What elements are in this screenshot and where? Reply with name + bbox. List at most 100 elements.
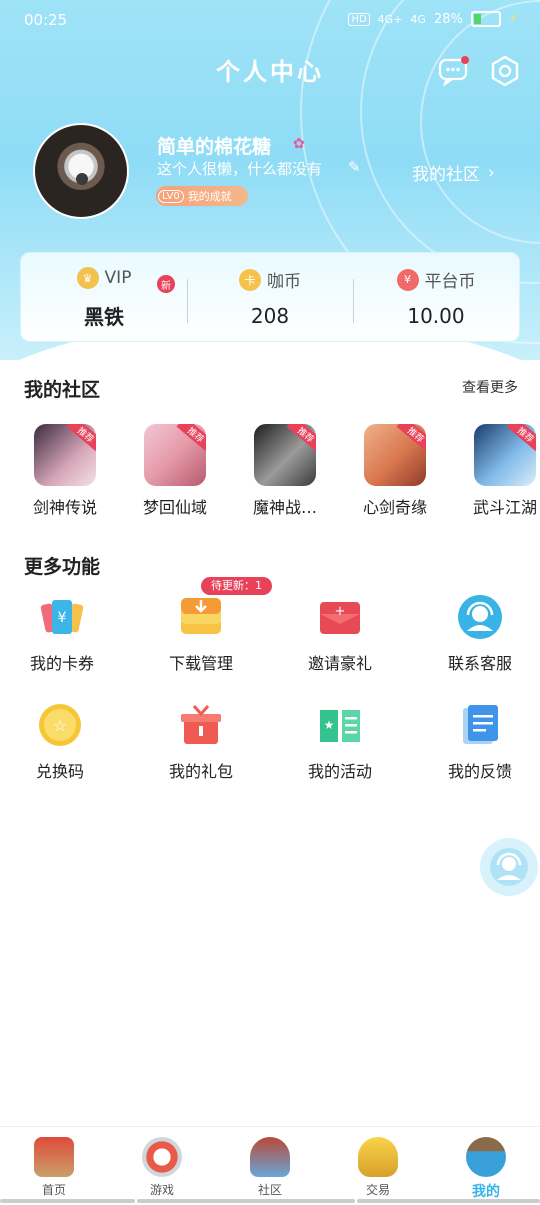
invite-envelope-icon: + [317,594,363,640]
tab-home[interactable]: 首页 [0,1137,108,1198]
game-item[interactable]: 推荐 梦回仙域 [130,424,220,518]
tab-label: 交易 [365,1183,390,1197]
chevron-right-icon: › [488,162,495,183]
floating-customer-service-button[interactable] [480,838,538,896]
recommend-tag: 推荐 [396,424,426,453]
tab-label: 社区 [257,1183,282,1197]
gear-icon [491,55,519,87]
community-games-list: 推荐 剑神传说 推荐 梦回仙域 推荐 魔神战… 推荐 心剑奇缘 推荐 武斗江湖 [0,424,540,524]
community-section-title: 我的社区 [24,379,101,401]
my-community-link[interactable]: 我的社区 › [412,160,495,186]
func-label: 我的反馈 [447,762,512,781]
coin-value: 208 [250,304,290,328]
func-item-gifts[interactable]: 我的礼包 [131,702,271,782]
gift-box-icon [178,702,224,748]
platform-coin-stat[interactable]: ¥ 平台币 10.00 [353,267,519,328]
level-label: LV0 [158,189,184,203]
headset-icon [490,848,528,886]
customer-service-icon [457,594,503,640]
func-item-feedback[interactable]: 我的反馈 [410,702,540,782]
redeem-code-icon: ☆ [37,702,83,748]
username[interactable]: 简单的棉花糖 [157,132,271,159]
my-community-link-label: 我的社区 [412,165,480,185]
message-button[interactable] [438,56,470,88]
game-item[interactable]: 推荐 魔神战… [240,424,330,518]
hd-icon: HD [348,12,370,26]
lotus-icon: ✿ [293,136,305,152]
game-item[interactable]: 推荐 剑神传说 [20,424,110,518]
platform-coin-label: 平台币 [424,272,476,292]
mine-character-icon [466,1137,506,1177]
recommend-tag: 推荐 [66,424,96,453]
see-more-link[interactable]: 查看更多 [462,377,518,397]
func-item-redeem[interactable]: ☆ 兑换码 [0,702,130,782]
game-name: 魔神战… [252,498,317,517]
func-item-customer-service[interactable]: 联系客服 [410,594,540,674]
yen-coin-icon: ¥ [396,268,419,291]
func-item-coupons[interactable]: ¥ 我的卡券 [0,594,132,674]
vip-label: VIP [104,268,132,288]
message-bubble-icon [438,56,469,88]
settings-button[interactable] [488,54,522,88]
gesture-bar [357,1199,540,1203]
more-functions-title: 更多功能 [24,556,101,578]
battery-percent: 28% [433,11,463,27]
tab-mine[interactable]: 我的 [432,1137,540,1201]
func-item-activities[interactable]: ★ 我的活动 [270,702,410,782]
func-item-downloads[interactable]: 下载管理 [131,594,271,674]
recommend-tag: 推荐 [506,424,536,453]
game-item[interactable]: 推荐 武斗江湖 [460,424,540,518]
platform-coin-value: 10.00 [407,304,465,328]
game-name: 剑神传说 [32,498,97,517]
func-label: 我的卡券 [29,654,94,673]
home-pavilion-icon [34,1137,74,1177]
trade-gold-icon [358,1137,398,1177]
svg-text:¥: ¥ [58,610,67,626]
game-thumbnail: 推荐 [34,424,96,486]
level-badge[interactable]: LV0 我的成就 [156,186,248,206]
gesture-bar [0,1199,135,1203]
func-label: 兑换码 [35,762,84,781]
community-icon [250,1137,290,1177]
func-label: 邀请豪礼 [307,654,372,673]
avatar[interactable] [33,123,129,219]
signal-4gplus-icon: 4G+ [377,12,403,26]
signal-4g-icon: 4G [410,12,426,26]
edit-pencil-icon[interactable]: ✎ [348,158,361,176]
func-label: 我的礼包 [168,762,233,781]
battery-icon [470,11,501,27]
game-thumbnail: 推荐 [364,424,426,486]
game-thumbnail: 推荐 [144,424,206,486]
func-label: 我的活动 [307,762,372,781]
ka-coin-icon: 卡 [239,268,261,291]
gesture-bar [137,1199,355,1203]
game-item[interactable]: 推荐 心剑奇缘 [350,424,440,518]
tab-label: 游戏 [149,1183,174,1197]
tab-games[interactable]: 游戏 [108,1137,216,1198]
coin-label: 咖币 [267,272,301,292]
bottom-tab-bar: 首页 游戏 社区 交易 我的 [0,1126,540,1205]
coupon-icon: ¥ [39,594,85,640]
game-icon [142,1137,182,1177]
game-name: 梦回仙域 [142,498,207,517]
tab-trade[interactable]: 交易 [324,1137,432,1198]
game-thumbnail: 推荐 [474,424,536,486]
func-label: 联系客服 [447,654,512,673]
status-time: 00:25 [24,11,68,29]
func-item-invite[interactable]: + 邀请豪礼 [270,594,410,674]
svg-text:☆: ☆ [53,716,67,735]
charging-icon: ⚡ [508,11,518,27]
tab-label: 首页 [41,1183,66,1197]
vip-stat[interactable]: ♛ VIP 黑铁 新 [21,267,187,330]
tab-community[interactable]: 社区 [216,1137,324,1198]
coin-stat[interactable]: 卡 咖币 208 [187,267,353,328]
tab-label: 我的 [472,1184,500,1200]
game-thumbnail: 推荐 [254,424,316,486]
vip-value: 黑铁 [84,305,124,329]
game-name: 心剑奇缘 [362,498,427,517]
recommend-tag: 推荐 [286,424,316,453]
bio-text[interactable]: 这个人很懒，什么都没有 [157,158,322,179]
func-label: 下载管理 [168,654,233,673]
status-bar: 00:25 HD 4G+ 4G 28% ⚡ [0,8,540,32]
svg-text:+: + [335,604,346,619]
